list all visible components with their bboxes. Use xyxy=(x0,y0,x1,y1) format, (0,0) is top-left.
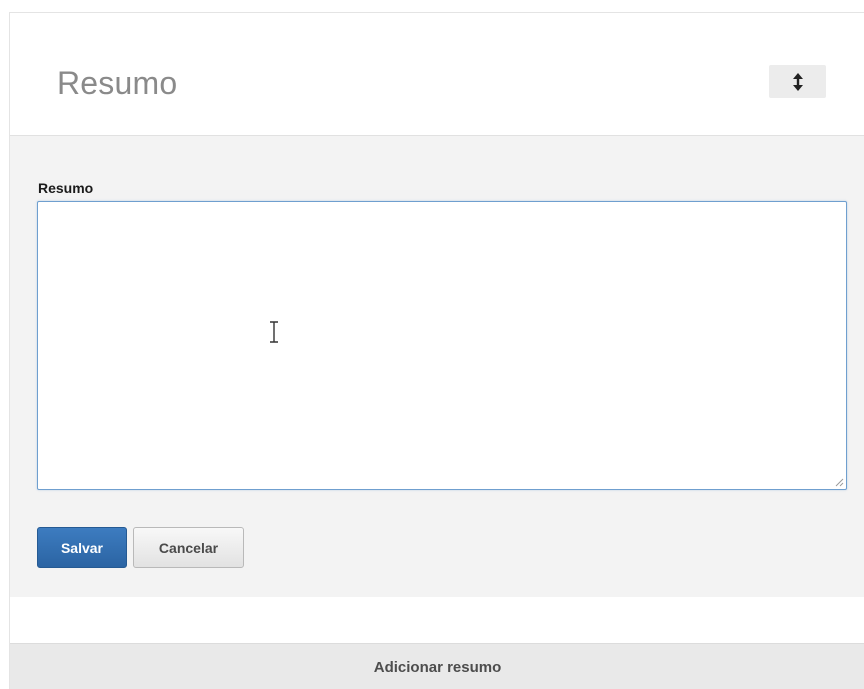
reorder-button[interactable] xyxy=(769,65,826,98)
save-button[interactable]: Salvar xyxy=(37,527,127,568)
summary-card: Resumo Resumo Salvar Cancelar Adicionar … xyxy=(9,12,864,689)
page: Resumo Resumo Salvar Cancelar Adicionar … xyxy=(0,0,864,689)
summary-textarea[interactable] xyxy=(37,201,847,490)
edit-form: Resumo Salvar Cancelar xyxy=(10,136,864,597)
summary-field-label: Resumo xyxy=(38,180,94,196)
section-header: Resumo xyxy=(10,13,864,136)
add-summary-label: Adicionar resumo xyxy=(373,658,502,676)
section-title: Resumo xyxy=(57,65,178,101)
add-summary-button[interactable]: Adicionar resumo xyxy=(10,643,864,689)
resize-handle-icon[interactable] xyxy=(835,478,844,487)
cancel-button[interactable]: Cancelar xyxy=(133,527,244,568)
up-down-arrow-icon xyxy=(792,72,803,91)
spacer xyxy=(10,597,864,643)
